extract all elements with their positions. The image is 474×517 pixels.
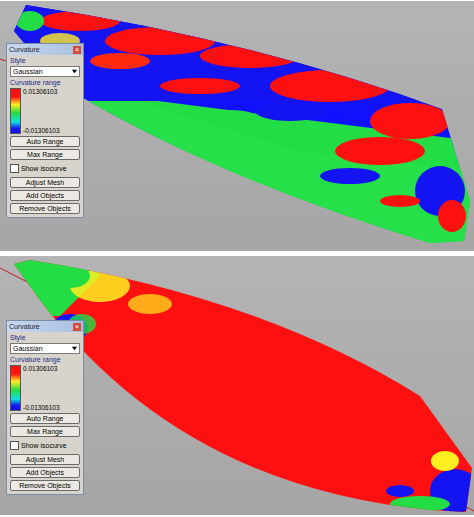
viewport[interactable]: Curvature × Style Gaussian Curvature range 0.… (0, 256, 474, 515)
range-max: 0.01306103 (23, 88, 60, 95)
color-scale (10, 365, 21, 411)
checkbox-label: Show isocurve (21, 165, 67, 172)
range-button[interactable]: Max Range (10, 149, 80, 160)
dropdown-arrow-icon (71, 68, 78, 75)
panel-button[interactable]: Remove Objects (10, 480, 80, 491)
panel-button[interactable]: Adjust Mesh (10, 454, 80, 465)
range-max: 0.01306103 (23, 365, 60, 372)
isocurve-checkbox[interactable]: Show isocurve (10, 441, 80, 450)
panel-button[interactable]: Remove Objects (10, 203, 80, 214)
curvature-range: 0.01306103 -0.01306103 (10, 365, 80, 411)
range-button[interactable]: Auto Range (10, 136, 80, 147)
style-select[interactable]: Gaussian (10, 343, 80, 354)
range-min: -0.01306103 (23, 404, 60, 411)
viewport[interactable]: Curvature × Style Gaussian Curvature range 0.… (0, 1, 474, 251)
figure: Curvature × Style Gaussian Curvature range 0.… (0, 0, 474, 517)
style-value: Gaussian (13, 68, 43, 75)
range-label: Curvature range (10, 356, 80, 363)
range-button[interactable]: Auto Range (10, 413, 80, 424)
curvature-panel[interactable]: Curvature × Style Gaussian Curvature range 0.… (6, 43, 84, 218)
range-button[interactable]: Max Range (10, 426, 80, 437)
style-label: Style (10, 334, 80, 341)
isocurve-checkbox[interactable]: Show isocurve (10, 164, 80, 173)
checkbox-box[interactable] (10, 164, 19, 173)
panel-button[interactable]: Add Objects (10, 467, 80, 478)
style-value: Gaussian (13, 345, 43, 352)
panel-title: Curvature (9, 323, 40, 330)
checkbox-box[interactable] (10, 441, 19, 450)
panel-title: Curvature (9, 46, 40, 53)
panel-button[interactable]: Add Objects (10, 190, 80, 201)
curvature-panel[interactable]: Curvature × Style Gaussian Curvature range 0.… (6, 320, 84, 495)
color-scale (10, 88, 21, 134)
range-label: Curvature range (10, 79, 80, 86)
dropdown-arrow-icon (71, 345, 78, 352)
range-min: -0.01306103 (23, 127, 60, 134)
close-button[interactable]: × (73, 323, 81, 331)
checkbox-label: Show isocurve (21, 442, 67, 449)
panel-titlebar[interactable]: Curvature × (7, 44, 83, 55)
curvature-range: 0.01306103 -0.01306103 (10, 88, 80, 134)
style-select[interactable]: Gaussian (10, 66, 80, 77)
panel-button[interactable]: Adjust Mesh (10, 177, 80, 188)
close-button[interactable]: × (73, 46, 81, 54)
style-label: Style (10, 57, 80, 64)
panel-titlebar[interactable]: Curvature × (7, 321, 83, 332)
